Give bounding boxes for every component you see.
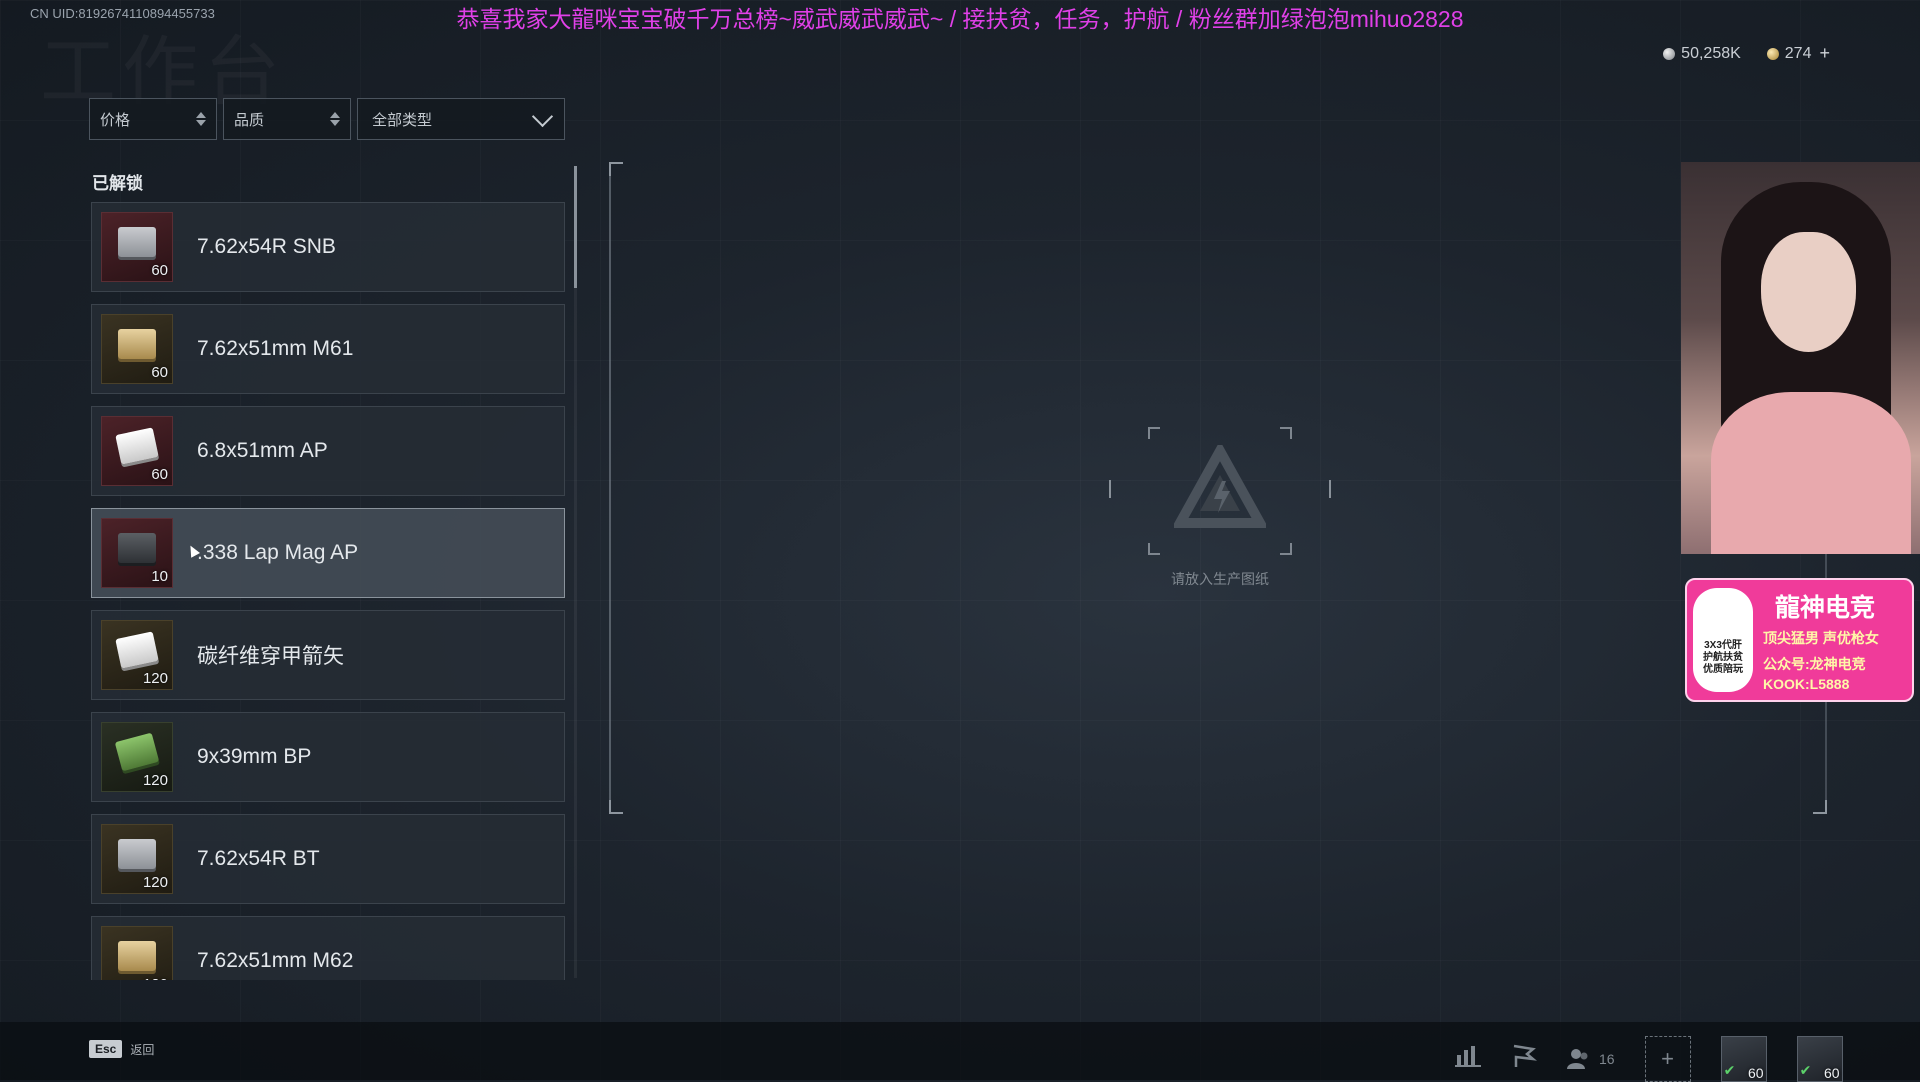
item-name: 9x39mm BP: [197, 745, 312, 768]
item-thumbnail: 120: [101, 620, 173, 690]
item-count: 120: [142, 772, 168, 789]
item-name: 6.8x51mm AP: [197, 439, 328, 462]
currency-bar: 50,258K 274 +: [1663, 43, 1830, 64]
list-scrollbar-thumb[interactable]: [574, 166, 577, 288]
blueprint-triangle-icon: [1174, 445, 1266, 528]
item-count: 60: [151, 364, 168, 381]
list-item[interactable]: 120 7.62x51mm M62: [91, 916, 565, 980]
sort-quality-label: 品质: [234, 111, 265, 129]
list-item[interactable]: 60 6.8x51mm AP: [91, 406, 565, 496]
ammo-box-icon: [118, 941, 156, 971]
list-item[interactable]: 120 7.62x54R BT: [91, 814, 565, 904]
item-count: 60: [151, 466, 168, 483]
arrow-pack-icon: [115, 631, 159, 669]
silver-currency: 50,258K: [1663, 43, 1741, 64]
item-thumbnail: 120: [101, 824, 173, 894]
ammo-box-icon: [118, 839, 156, 869]
item-name: 7.62x54R BT: [197, 847, 320, 870]
player-avatar[interactable]: ✔ 60: [1796, 1036, 1843, 1082]
back-label: 返回: [130, 1042, 155, 1057]
section-title-unlocked: 已解锁: [92, 174, 143, 193]
friends-count: 16: [1599, 1051, 1615, 1067]
add-teammate-button[interactable]: +: [1644, 1036, 1691, 1082]
item-name: .338 Lap Mag AP: [197, 541, 359, 564]
blueprint-list[interactable]: 已解锁 60 7.62x54R SNB 60 7.62x51mm M61 60 …: [89, 160, 579, 980]
item-thumbnail: 10: [101, 518, 173, 588]
friends-icon: [1567, 1049, 1588, 1069]
ad-title: 龍神电竞: [1775, 594, 1876, 622]
stream-sponsor-ad: 3X3代肝 护航扶贫 优质陪玩 龍神电竞 顶尖猛男 声优枪女 公众号:龙神电竞 …: [1685, 578, 1914, 702]
ad-bunny-text: 3X3代肝 护航扶贫 优质陪玩: [1703, 640, 1743, 675]
item-name: 碳纤维穿甲箭矢: [197, 645, 344, 668]
coin-gold-icon: [1766, 47, 1779, 60]
item-thumbnail: 60: [101, 314, 173, 384]
item-thumbnail: 60: [101, 416, 173, 486]
item-thumbnail: 120: [101, 926, 173, 980]
blueprint-slot[interactable]: [1109, 427, 1331, 555]
ad-line-2: 公众号:龙神电竞: [1763, 656, 1866, 672]
blueprint-slot-hint: 请放入生产图纸: [1171, 571, 1269, 587]
flag-icon[interactable]: [1511, 1044, 1538, 1074]
item-count: 10: [151, 568, 168, 585]
esc-key: Esc: [89, 1040, 123, 1058]
item-thumbnail: 60: [101, 212, 173, 282]
ammo-box-icon: [118, 227, 156, 257]
sort-price-label: 价格: [100, 111, 131, 129]
bottom-right-controls: 16 + ✔ 60 ✔ 60: [1455, 1036, 1843, 1082]
ammo-box-icon: [115, 427, 159, 465]
list-item-selected[interactable]: 10 .338 Lap Mag AP: [91, 508, 565, 598]
silver-amount: 50,258K: [1681, 44, 1741, 62]
item-name: 7.62x51mm M61: [197, 337, 354, 360]
item-count: 120: [142, 874, 168, 891]
ammo-box-icon: [118, 329, 156, 359]
list-item[interactable]: 60 7.62x54R SNB: [91, 202, 565, 292]
ad-line-1: 顶尖猛男 声优枪女: [1763, 630, 1879, 646]
item-count: 120: [142, 670, 168, 687]
ready-check-icon: ✔: [1799, 1062, 1812, 1078]
item-name: 7.62x54R SNB: [197, 235, 336, 258]
list-item[interactable]: 120 9x39mm BP: [91, 712, 565, 802]
ready-check-icon: ✔: [1723, 1062, 1736, 1078]
streamer-webcam: [1681, 162, 1920, 554]
stream-banner-text: 恭喜我家大龍咪宝宝破千万总榜~威武威武威武~ / 接扶贫，任务，护航 / 粉丝群…: [456, 6, 1464, 32]
ammo-box-icon: [118, 533, 156, 563]
item-count: 60: [151, 262, 168, 279]
chevron-down-icon: [531, 105, 554, 127]
friends-button[interactable]: 16: [1567, 1048, 1615, 1070]
avatar-level: 60: [1824, 1065, 1840, 1081]
gold-amount: 274: [1784, 44, 1812, 62]
item-name: 7.62x51mm M62: [197, 949, 354, 972]
ad-line-3: KOOK:L5888: [1763, 676, 1850, 692]
type-dropdown[interactable]: 全部类型: [357, 98, 565, 140]
filter-bar: 价格 品质 全部类型: [89, 98, 565, 140]
item-thumbnail: 120: [101, 722, 173, 792]
coin-silver-icon: [1663, 47, 1676, 60]
item-count: 120: [143, 976, 168, 980]
plus-icon[interactable]: +: [1819, 43, 1830, 64]
list-item[interactable]: 120 碳纤维穿甲箭矢: [91, 610, 565, 700]
plus-icon: +: [1661, 1046, 1674, 1071]
ammo-box-icon: [114, 732, 160, 772]
type-dropdown-value: 全部类型: [372, 111, 433, 129]
gold-currency[interactable]: 274 +: [1766, 43, 1830, 64]
stats-icon[interactable]: [1455, 1045, 1481, 1073]
sort-price-button[interactable]: 价格: [89, 98, 217, 140]
back-button[interactable]: Esc 返回: [89, 1040, 154, 1058]
list-item[interactable]: 60 7.62x51mm M61: [91, 304, 565, 394]
sort-quality-button[interactable]: 品质: [223, 98, 351, 140]
avatar-level: 60: [1748, 1065, 1764, 1081]
teammate-avatar[interactable]: ✔ 60: [1720, 1036, 1767, 1082]
sort-arrows-icon: [330, 112, 340, 126]
sort-arrows-icon: [196, 112, 206, 126]
